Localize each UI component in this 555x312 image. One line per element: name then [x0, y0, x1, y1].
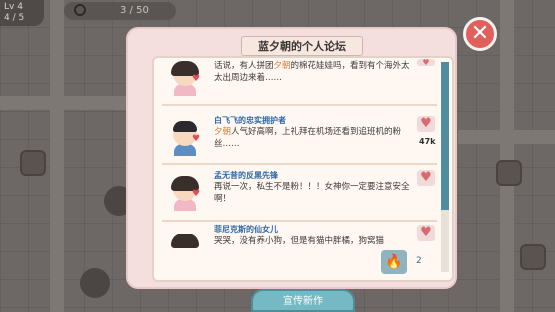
post-author[interactable]: 孟无昔的反黑先锋	[214, 170, 278, 181]
avatar: ♥	[170, 121, 200, 156]
post-text: 夕朝人气好高啊，上礼拜在机场还看到追班机的粉丝……	[214, 127, 402, 149]
heart-icon[interactable]: ♥	[417, 116, 435, 132]
map-road	[0, 96, 130, 110]
list-item: ♥ 话说，有人拼团夕朝的棉花娃娃吗，看到有个海外太太出周边来着…… ♥	[162, 58, 437, 106]
forum-title: 蓝夕朝的个人论坛	[241, 36, 363, 56]
like-count: 47k	[419, 137, 436, 146]
map-location-icon	[80, 268, 110, 298]
list-item: 菲尼克斯的仙女儿 哭哭，没有养小狗，但是有猫中胖橘，狗窝猫 ♥	[162, 224, 437, 248]
map-road	[50, 0, 64, 312]
post-text: 哭哭，没有养小狗，但是有猫中胖橘，狗窝猫	[214, 236, 385, 246]
map-building	[520, 244, 546, 270]
post-author[interactable]: 菲尼克斯的仙女儿	[214, 224, 278, 235]
post-text: 话说，有人拼团夕朝的棉花娃娃吗，看到有个海外太太出周边来着……	[214, 61, 410, 83]
map-building	[496, 160, 522, 186]
scrollbar-thumb[interactable]	[441, 62, 449, 210]
map-building	[20, 150, 46, 176]
list-item: ♥ 孟无昔的反黑先锋 再说一次，私生不是粉！！！女神你一定要注意安全啊！ ♥	[162, 167, 437, 222]
promote-button[interactable]: 宣传新作	[251, 289, 355, 312]
list-item: ♥ 白飞飞的忠实拥护者 夕朝人气好高啊，上礼拜在机场还看到追班机的粉丝…… ♥ …	[162, 110, 437, 165]
hud-level-value: 4 / 5	[4, 13, 25, 23]
hud-progress: 3 / 50	[64, 2, 176, 20]
fire-count: 2	[416, 256, 422, 266]
close-icon[interactable]: ✕	[463, 17, 497, 51]
avatar	[170, 234, 200, 248]
smile-icon	[74, 4, 86, 16]
post-text: 再说一次，私生不是粉！！！女神你一定要注意安全啊！	[214, 182, 410, 204]
hud-level-label: Lv 4	[4, 2, 23, 12]
heart-icon[interactable]: ♥	[417, 59, 435, 67]
fire-icon[interactable]: 🔥	[381, 250, 407, 274]
heart-icon[interactable]: ♥	[417, 225, 435, 241]
post-author[interactable]: 白飞飞的忠实拥护者	[214, 115, 286, 126]
hud-progress-text: 3 / 50	[120, 5, 149, 16]
hud-level: Lv 4 4 / 5	[0, 0, 44, 26]
avatar: ♥	[170, 176, 200, 211]
map-road	[500, 0, 514, 312]
avatar: ♥	[170, 61, 200, 96]
heart-icon[interactable]: ♥	[417, 170, 435, 186]
